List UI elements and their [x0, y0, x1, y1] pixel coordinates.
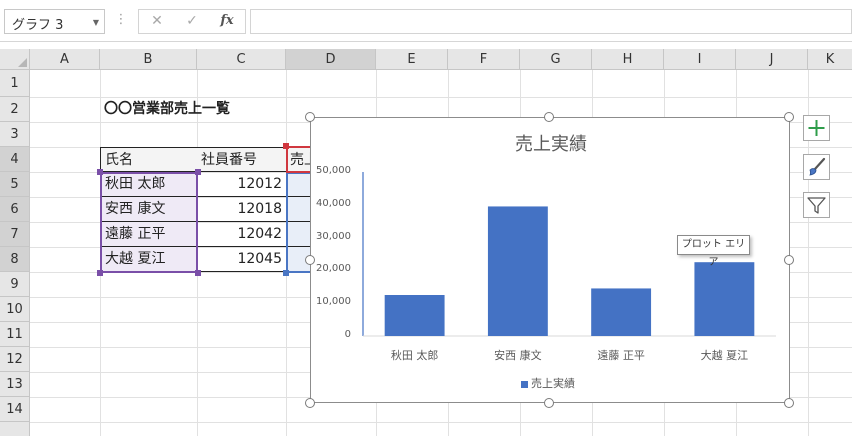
x-category-label: 大越 夏江 [700, 349, 749, 362]
bar[interactable] [591, 288, 652, 336]
legend-label: 売上実績 [531, 377, 575, 390]
bar[interactable] [694, 262, 755, 336]
gridline [30, 422, 852, 423]
chart-elements-button[interactable] [803, 115, 830, 141]
column-header-d[interactable]: D [286, 49, 376, 70]
name-box-value: グラフ 3 [12, 18, 64, 33]
row-header-9[interactable]: 9 [0, 272, 30, 297]
resize-handle[interactable] [305, 112, 315, 122]
plus-icon [808, 120, 825, 136]
row-header-14[interactable]: 14 [0, 397, 30, 422]
chevron-down-icon[interactable]: ▼ [93, 18, 99, 27]
name-box[interactable]: グラフ 3 ▼ [4, 9, 105, 34]
resize-handle[interactable] [784, 112, 794, 122]
resize-handle[interactable] [544, 398, 554, 408]
range-handle[interactable] [195, 270, 201, 276]
row-header-15[interactable] [0, 422, 30, 436]
sheet-title[interactable]: 〇〇営業部売上一覧 [104, 97, 230, 122]
select-all-button[interactable] [0, 49, 30, 70]
category-range-highlight [100, 172, 198, 273]
column-header-a[interactable]: A [30, 49, 100, 70]
bar[interactable] [384, 295, 445, 336]
range-handle[interactable] [283, 270, 289, 276]
brush-icon [809, 157, 826, 176]
column-header-j[interactable]: J [736, 49, 808, 70]
row-header-5[interactable]: 5 [0, 172, 30, 197]
column-header-f[interactable]: F [448, 49, 520, 70]
row-header-10[interactable]: 10 [0, 297, 30, 322]
column-header-b[interactable]: B [100, 49, 197, 70]
formula-buttons: ✕ ✓ fx [138, 9, 246, 34]
x-category-label: 秋田 太郎 [390, 349, 439, 362]
id-cell[interactable]: 12045 [197, 247, 287, 272]
column-header-i[interactable]: I [664, 49, 736, 70]
range-handle[interactable] [97, 169, 103, 175]
row-header-2[interactable]: 2 [0, 97, 30, 122]
insert-function-icon[interactable]: fx [217, 13, 237, 28]
chart-styles-button[interactable] [803, 154, 830, 180]
cancel-icon[interactable]: ✕ [147, 13, 167, 29]
id-cell[interactable]: 12042 [197, 222, 287, 247]
resize-handle[interactable] [305, 255, 315, 265]
column-header-c[interactable]: C [197, 49, 286, 70]
funnel-icon [807, 197, 826, 214]
range-handle[interactable] [195, 169, 201, 175]
legend-swatch [521, 380, 528, 388]
column-header-h[interactable]: H [592, 49, 664, 70]
formula-input[interactable] [250, 9, 852, 34]
resize-handle[interactable] [784, 398, 794, 408]
row-header-1[interactable]: 1 [0, 70, 30, 97]
row-header-12[interactable]: 12 [0, 347, 30, 372]
formula-bar: グラフ 3 ▼ ⋮ ✕ ✓ fx [0, 0, 852, 42]
row-header-8[interactable]: 8 [0, 247, 30, 272]
column-header-g[interactable]: G [520, 49, 592, 70]
column-header-k[interactable]: K [808, 49, 852, 70]
resize-handle[interactable] [784, 255, 794, 265]
row-header-7[interactable]: 7 [0, 222, 30, 247]
chart-legend[interactable]: 売上実績 [521, 375, 575, 391]
header-id-cell[interactable]: 社員番号 [197, 147, 287, 172]
row-header-11[interactable]: 11 [0, 322, 30, 347]
row-header-13[interactable]: 13 [0, 372, 30, 397]
x-category-label: 安西 康文 [494, 349, 542, 362]
bar[interactable] [487, 206, 548, 336]
enter-icon[interactable]: ✓ [182, 13, 202, 29]
range-handle[interactable] [97, 270, 103, 276]
x-category-label: 遠藤 正平 [597, 349, 645, 362]
header-name-cell[interactable]: 氏名 [100, 147, 198, 172]
row-header-3[interactable]: 3 [0, 122, 30, 147]
row-header-6[interactable]: 6 [0, 197, 30, 222]
id-cell[interactable]: 12018 [197, 197, 287, 222]
series-name-range-highlight [286, 146, 312, 173]
id-cell[interactable]: 12012 [197, 172, 287, 197]
chart-filters-button[interactable] [803, 192, 830, 218]
row-header-4[interactable]: 4 [0, 147, 30, 172]
column-header-e[interactable]: E [376, 49, 448, 70]
range-handle[interactable] [283, 143, 289, 149]
resize-handle[interactable] [544, 112, 554, 122]
resize-handle[interactable] [305, 398, 315, 408]
more-options-icon[interactable]: ⋮ [114, 12, 128, 30]
plot-area-tooltip: プロット エリア [677, 235, 750, 268]
